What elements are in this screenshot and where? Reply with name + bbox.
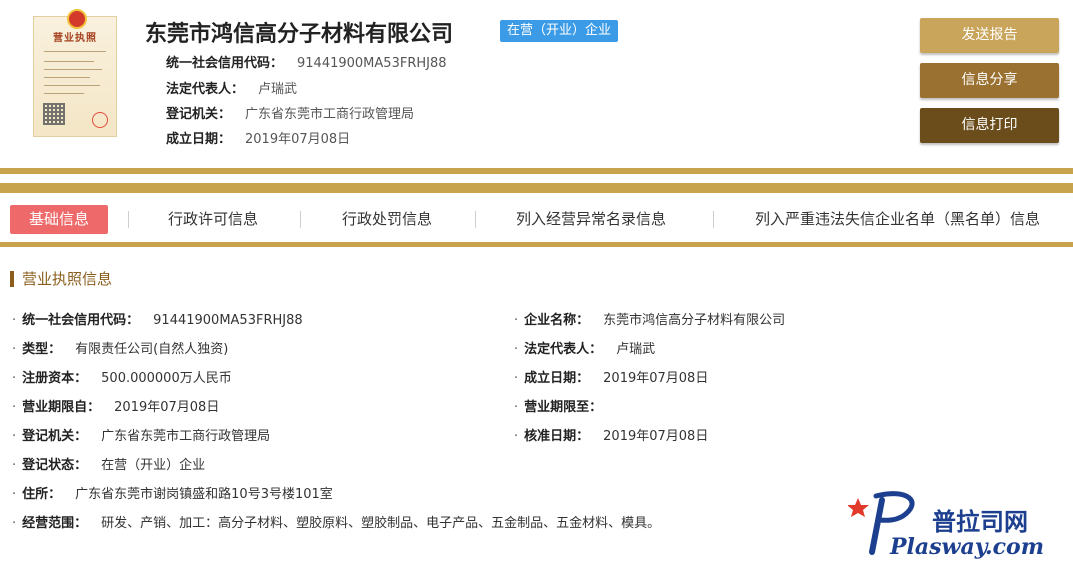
bullet: · bbox=[12, 487, 17, 502]
header-label: 统一社会信用代码： bbox=[166, 56, 284, 71]
field-label: 经营范围： bbox=[22, 516, 88, 531]
field-company-type: · 类型： 有限责任公司(自然人独资) bbox=[12, 338, 228, 357]
header-legal-rep-row: 法定代表人： 卢瑞武 bbox=[166, 78, 297, 97]
field-value: 2019年07月08日 bbox=[114, 400, 220, 415]
header-value: 广东省东莞市工商行政管理局 bbox=[245, 107, 415, 122]
tab-abnormal-operation-list[interactable]: 列入经营异常名录信息 bbox=[516, 205, 666, 234]
bullet: · bbox=[514, 371, 519, 386]
header-label: 成立日期： bbox=[166, 132, 232, 147]
bullet: · bbox=[514, 400, 519, 415]
license-text-line bbox=[44, 61, 94, 62]
field-label: 住所： bbox=[22, 487, 62, 502]
field-label: 注册资本： bbox=[22, 371, 88, 386]
field-label: 成立日期： bbox=[524, 371, 590, 386]
field-value: 卢瑞武 bbox=[616, 342, 656, 357]
field-label: 企业名称： bbox=[524, 313, 590, 328]
bullet: · bbox=[12, 342, 17, 357]
field-label: 统一社会信用代码： bbox=[22, 313, 140, 328]
national-emblem-icon bbox=[67, 9, 87, 29]
license-text-line bbox=[44, 51, 106, 52]
header-credit-code-row: 统一社会信用代码： 91441900MA53FRHJ88 bbox=[166, 52, 447, 71]
section-title: 营业执照信息 bbox=[10, 271, 112, 287]
watermark-en-text: Plasway.com bbox=[889, 534, 1044, 560]
header-established-date-row: 成立日期： 2019年07月08日 bbox=[166, 128, 350, 147]
header-label: 登记机关： bbox=[166, 107, 232, 122]
company-name: 东莞市鸿信高分子材料有限公司 bbox=[145, 22, 454, 47]
tabs-bottom-band bbox=[0, 242, 1073, 247]
field-approval-date: · 核准日期： 2019年07月08日 bbox=[514, 425, 708, 444]
field-value: 研发、产销、加工：高分子材料、塑胶原料、塑胶制品、电子产品、五金制品、五金材料、… bbox=[101, 516, 661, 531]
bullet: · bbox=[12, 429, 17, 444]
field-term-from: · 营业期限自： 2019年07月08日 bbox=[12, 396, 219, 415]
plasway-watermark-logo: 普拉司网 Plasway.com bbox=[848, 491, 1044, 560]
bullet: · bbox=[12, 313, 17, 328]
field-label: 类型： bbox=[22, 342, 62, 357]
bullet: · bbox=[12, 400, 17, 415]
header-registration-authority-row: 登记机关： 广东省东莞市工商行政管理局 bbox=[166, 103, 414, 122]
tab-separator bbox=[713, 211, 714, 228]
field-value: 在营（开业）企业 bbox=[101, 458, 206, 473]
field-value: 东莞市鸿信高分子材料有限公司 bbox=[603, 313, 786, 328]
bullet: · bbox=[12, 458, 17, 473]
field-value: 500.000000万人民币 bbox=[101, 371, 232, 386]
field-value: 有限责任公司(自然人独资) bbox=[75, 342, 229, 357]
bullet: · bbox=[12, 516, 17, 531]
header-divider-band bbox=[0, 168, 1073, 174]
tabs-top-band bbox=[0, 183, 1073, 193]
bullet: · bbox=[514, 342, 519, 357]
bullet: · bbox=[514, 429, 519, 444]
license-thumb-title: 营业执照 bbox=[53, 33, 97, 44]
logo-p-stem bbox=[869, 497, 885, 555]
tab-administrative-license[interactable]: 行政许可信息 bbox=[168, 205, 258, 234]
header-value: 2019年07月08日 bbox=[245, 132, 351, 147]
field-enterprise-name: · 企业名称： 东莞市鸿信高分子材料有限公司 bbox=[514, 309, 785, 328]
bullet: · bbox=[514, 313, 519, 328]
header-value: 91441900MA53FRHJ88 bbox=[297, 56, 447, 71]
field-credit-code: · 统一社会信用代码： 91441900MA53FRHJ88 bbox=[12, 309, 303, 328]
print-info-button[interactable]: 信息打印 bbox=[920, 108, 1059, 143]
field-registered-capital: · 注册资本： 500.000000万人民币 bbox=[12, 367, 232, 386]
header-value: 卢瑞武 bbox=[258, 82, 298, 97]
send-report-button[interactable]: 发送报告 bbox=[920, 18, 1059, 53]
field-term-to: · 营业期限至： bbox=[514, 396, 616, 415]
field-label: 营业期限自： bbox=[22, 400, 101, 415]
business-license-thumbnail[interactable]: 营业执照 bbox=[33, 9, 117, 137]
tab-basic-info[interactable]: 基础信息 bbox=[10, 205, 108, 234]
tab-administrative-penalty[interactable]: 行政处罚信息 bbox=[342, 205, 432, 234]
red-star-icon bbox=[848, 498, 869, 517]
field-address: · 住所： 广东省东莞市谢岗镇盛和路10号3号楼101室 bbox=[12, 483, 333, 502]
field-legal-representative: · 法定代表人： 卢瑞武 bbox=[514, 338, 655, 357]
official-seal-icon bbox=[92, 112, 108, 128]
qr-code-icon bbox=[43, 103, 65, 125]
field-value: 2019年07月08日 bbox=[603, 371, 709, 386]
header-label: 法定代表人： bbox=[166, 82, 245, 97]
tab-separator bbox=[475, 211, 476, 228]
status-badge: 在营（开业）企业 bbox=[500, 20, 619, 42]
field-value: 广东省东莞市工商行政管理局 bbox=[101, 429, 271, 444]
field-registration-status: · 登记状态： 在营（开业）企业 bbox=[12, 454, 205, 473]
bullet: · bbox=[12, 371, 17, 386]
field-value: 91441900MA53FRHJ88 bbox=[153, 313, 303, 328]
tab-separator bbox=[128, 211, 129, 228]
field-label: 登记状态： bbox=[22, 458, 88, 473]
field-registration-authority: · 登记机关： 广东省东莞市工商行政管理局 bbox=[12, 425, 270, 444]
license-text-line bbox=[44, 69, 102, 70]
tab-blacklist[interactable]: 列入严重违法失信企业名单（黑名单）信息 bbox=[755, 205, 1040, 234]
field-label: 营业期限至： bbox=[524, 400, 603, 415]
field-value: 2019年07月08日 bbox=[603, 429, 709, 444]
field-business-scope: · 经营范围： 研发、产销、加工：高分子材料、塑胶原料、塑胶制品、电子产品、五金制品… bbox=[12, 512, 660, 531]
license-text-line bbox=[44, 93, 84, 94]
field-label: 登记机关： bbox=[22, 429, 88, 444]
license-text-line bbox=[44, 77, 90, 78]
field-label: 核准日期： bbox=[524, 429, 590, 444]
tab-separator bbox=[300, 211, 301, 228]
share-info-button[interactable]: 信息分享 bbox=[920, 63, 1059, 98]
field-established-date: · 成立日期： 2019年07月08日 bbox=[514, 367, 708, 386]
field-label: 法定代表人： bbox=[524, 342, 603, 357]
field-value: 广东省东莞市谢岗镇盛和路10号3号楼101室 bbox=[75, 487, 333, 502]
license-text-line bbox=[44, 85, 100, 86]
watermark-cn-text: 普拉司网 bbox=[932, 508, 1028, 536]
